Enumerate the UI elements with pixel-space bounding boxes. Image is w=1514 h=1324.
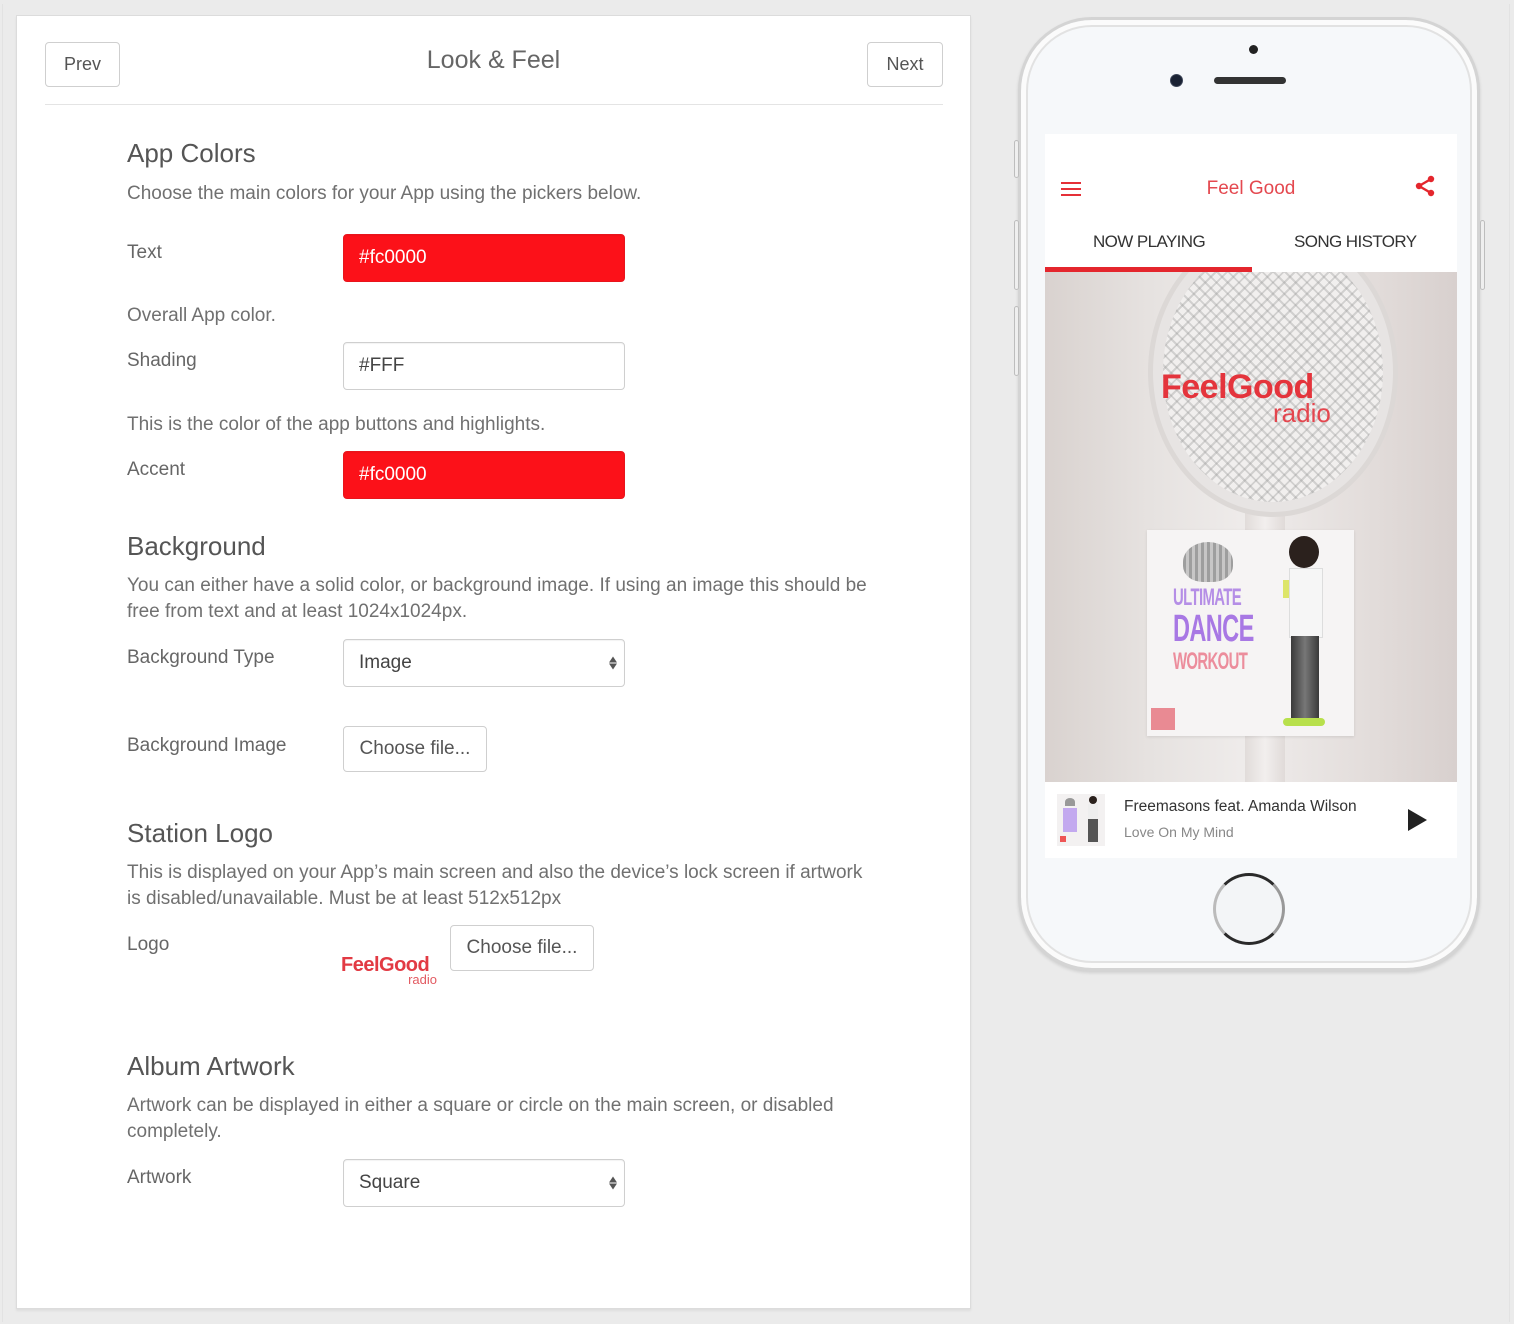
album-badge-icon: [1151, 708, 1175, 730]
album-art-line: DANCE: [1173, 608, 1254, 650]
phone-volume-up: [1014, 220, 1019, 290]
track-artist: Freemasons feat. Amanda Wilson: [1124, 798, 1357, 815]
text-color-input[interactable]: #fc0000: [343, 234, 625, 282]
page-title: Look & Feel: [426, 46, 561, 74]
text-color-value: #fc0000: [359, 247, 427, 268]
shading-color-value: #FFF: [359, 355, 405, 376]
app-colors-description: Choose the main colors for your App usin…: [127, 183, 642, 204]
album-person-graphic: [1269, 536, 1329, 732]
logo-preview-sub: radio: [408, 972, 437, 987]
header-divider: [45, 104, 943, 105]
artwork-select[interactable]: Square: [343, 1159, 625, 1207]
share-icon[interactable]: [1413, 174, 1437, 198]
look-and-feel-panel: Prev Look & Feel Next App Colors Choose …: [16, 15, 971, 1309]
select-arrows-icon: [609, 656, 617, 670]
next-button[interactable]: Next: [867, 42, 943, 87]
album-artwork-heading: Album Artwork: [127, 1051, 295, 1081]
phone-preview: Feel Good NOW PLAYING SONG HISTORY FeelG…: [1014, 17, 1485, 971]
play-icon[interactable]: [1408, 809, 1427, 831]
phone-screen: Feel Good NOW PLAYING SONG HISTORY FeelG…: [1045, 134, 1457, 858]
hero-logo-sub: radio: [1273, 398, 1331, 428]
track-title: Love On My Mind: [1124, 824, 1234, 840]
artwork-label: Artwork: [127, 1167, 192, 1188]
tab-now-playing[interactable]: NOW PLAYING: [1093, 232, 1206, 252]
accent-color-label: Accent: [127, 459, 186, 480]
app-colors-heading: App Colors: [127, 138, 256, 168]
track-thumbnail: [1057, 794, 1105, 846]
station-logo-heading: Station Logo: [127, 818, 274, 848]
shading-help-text: Overall App color.: [127, 305, 276, 326]
logo-label: Logo: [127, 934, 170, 955]
shading-color-label: Shading: [127, 350, 197, 371]
app-bar: Feel Good: [1045, 134, 1457, 244]
background-type-value: Image: [359, 652, 412, 673]
album-art-line: WORKOUT: [1173, 648, 1248, 675]
app-title: Feel Good: [1206, 178, 1296, 199]
background-image-choose-file-button[interactable]: Choose file...: [343, 726, 487, 772]
phone-sensor: [1249, 45, 1258, 54]
accent-color-input[interactable]: #fc0000: [343, 451, 625, 499]
station-logo-description: This is displayed on your App’s main scr…: [127, 862, 863, 909]
accent-color-value: #fc0000: [359, 464, 427, 485]
background-image-label: Background Image: [127, 735, 287, 756]
album-crest-icon: [1183, 542, 1233, 582]
album-artwork: ULTIMATE DANCE WORKOUT: [1147, 530, 1354, 736]
shading-color-input[interactable]: #FFF: [343, 342, 625, 390]
logo-preview-image: FeelGood radio: [341, 954, 441, 994]
now-playing-bar: Freemasons feat. Amanda Wilson Love On M…: [1045, 782, 1457, 858]
phone-power-button: [1480, 220, 1485, 290]
accent-help-text: This is the color of the app buttons and…: [127, 414, 546, 435]
background-heading: Background: [127, 531, 266, 561]
background-image-preview: FeelGood radio ULTIMATE DANCE WORKOUT: [1045, 272, 1457, 782]
phone-camera: [1170, 74, 1183, 87]
album-artwork-description: Artwork can be displayed in either a squ…: [127, 1095, 834, 1142]
artwork-value: Square: [359, 1172, 421, 1193]
tab-song-history[interactable]: SONG HISTORY: [1294, 232, 1417, 252]
background-description: You can either have a solid color, or ba…: [127, 575, 867, 622]
phone-speaker: [1214, 77, 1286, 84]
background-type-label: Background Type: [127, 647, 275, 668]
logo-choose-file-button[interactable]: Choose file...: [450, 925, 594, 971]
select-arrows-icon: [609, 1176, 617, 1190]
phone-home-button: [1213, 873, 1285, 945]
text-color-label: Text: [127, 242, 162, 263]
phone-mute-switch: [1014, 140, 1019, 178]
phone-volume-down: [1014, 306, 1019, 376]
background-type-select[interactable]: Image: [343, 639, 625, 687]
